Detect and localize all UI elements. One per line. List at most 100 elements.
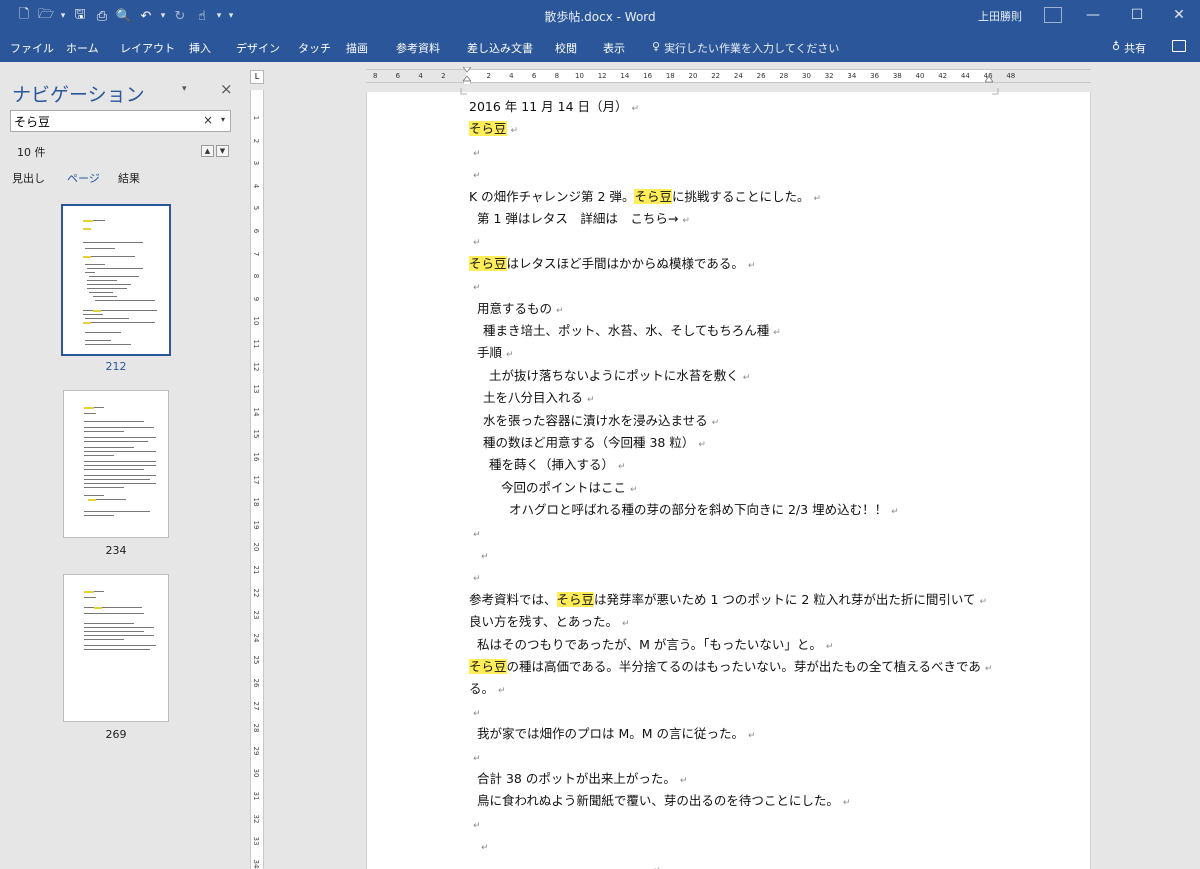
document-line[interactable]: ↵ (469, 232, 481, 250)
document-line[interactable]: K の畑作チャレンジ第 2 弾。そら豆に挑戦することにした。 ↵ (469, 188, 821, 206)
page-number-label[interactable]: 269 (63, 728, 169, 741)
thumbnail-line (84, 495, 104, 496)
paragraph-mark-icon: ↵ (742, 372, 751, 383)
document-line[interactable]: 種を蒔く（挿入する） ↵ (489, 456, 626, 474)
document-line[interactable]: オハグロと呼ばれる種の芽の部分を斜め下向きに 2/3 埋め込む！！ ↵ (509, 501, 899, 519)
thumbnail-line (84, 455, 114, 456)
text-run: の種は高価である。半分捨てるのはもったいない。芽が出たもの全て植えるべきであ (506, 659, 981, 674)
tab-references[interactable]: 参考資料 (396, 40, 440, 56)
tab-insert[interactable]: 挿入 (189, 40, 211, 56)
previous-result-button[interactable]: ▲ (201, 145, 214, 157)
lightbulb-icon: ♀ (652, 40, 661, 53)
tell-me-search[interactable]: ♀ 実行したい作業を入力してください (652, 40, 839, 56)
chevron-down-icon[interactable]: ▾ (221, 115, 225, 124)
document-line[interactable]: ↵ (469, 143, 481, 161)
document-line[interactable]: 第 1 弾はレタス 詳細は こちら→ ↵ (477, 210, 690, 228)
document-line[interactable]: 参考資料では、そら豆は発芽率が悪いため 1 つのポットに 2 粒入れ芽が出た折に… (469, 591, 987, 609)
document-line[interactable]: 2016 年 11 月 14 日（月） ↵ (469, 98, 639, 116)
document-line[interactable]: ↵ (477, 546, 489, 564)
search-highlight: そら豆 (469, 659, 507, 674)
document-line[interactable]: る。 ↵ (469, 680, 506, 698)
ruler-number: 16 (643, 72, 653, 80)
maximize-button[interactable]: ☐ (1120, 3, 1154, 27)
tab-home[interactable]: ホーム (66, 40, 99, 56)
text-run: は発芽率が悪いため 1 つのポットに 2 粒入れ芽が出た折に間引いて (594, 591, 976, 607)
page-thumbnail[interactable] (63, 390, 169, 538)
document-line[interactable]: ↵ (649, 860, 661, 869)
tab-file[interactable]: ファイル (10, 40, 54, 56)
document-line[interactable]: 手順 ↵ (477, 344, 514, 362)
document-page[interactable]: 2016 年 11 月 14 日（月） ↵ そら豆 ↵ ↵ ↵ K の畑作チャレンジ第 2 … (366, 88, 1091, 869)
paragraph-mark-icon: ↵ (473, 574, 481, 585)
document-line[interactable]: ↵ (469, 748, 481, 766)
search-input[interactable] (14, 113, 194, 129)
tab-touch[interactable]: タッチ (298, 40, 331, 56)
tab-selector[interactable]: L (250, 70, 264, 84)
text-run: 今回のポイントはここ (501, 479, 627, 495)
paragraph-mark-icon: ↵ (473, 529, 481, 540)
document-line[interactable]: 鳥に食われぬよう新聞紙で覆い、芽の出るのを待つことにした。 ↵ (477, 792, 850, 810)
document-line[interactable]: 合計 38 のポットが出来上がった。 ↵ (477, 770, 687, 788)
document-line[interactable]: 良い方を残す、とあった。 ↵ (469, 613, 630, 631)
document-line[interactable]: 種の数ほど用意する（今回種 38 粒） ↵ (483, 434, 706, 452)
document-line[interactable]: 土を八分目入れる ↵ (483, 389, 595, 407)
document-line[interactable]: ↵ (469, 703, 481, 721)
thumbnail-line (84, 597, 96, 598)
tab-layout[interactable]: レイアウト (120, 40, 175, 56)
tab-headings[interactable]: 見出し (12, 170, 45, 186)
pane-options-icon[interactable]: ▾ (182, 84, 187, 94)
paragraph-mark-icon: ↵ (747, 260, 756, 271)
clear-search-icon[interactable]: × (203, 113, 213, 127)
tab-review[interactable]: 校閲 (555, 40, 577, 56)
thumbnail-highlight (83, 228, 91, 230)
document-line[interactable]: 水を張った容器に漬け水を浸み込ませる ↵ (483, 412, 719, 430)
horizontal-ruler[interactable]: 8 6 4 2 2 4 6 8 10 12 14 16 18 20 22 24 26 28 30 32 34 36 38 40… (268, 62, 1200, 87)
tab-mailings[interactable]: 差し込み文書 (467, 40, 533, 56)
document-line[interactable]: ↵ (469, 568, 481, 586)
ruler-number: 20 (688, 72, 698, 80)
paragraph-mark-icon: ↵ (813, 193, 822, 204)
ribbon-display-options-icon[interactable] (1044, 7, 1062, 23)
share-label: 共有 (1124, 42, 1147, 55)
text-run: 合計 38 のポットが出来上がった。 (477, 771, 676, 786)
document-line[interactable]: 我が家では畑作のプロは M。M の言に従った。 ↵ (477, 725, 756, 743)
document-line[interactable]: ↵ (469, 524, 481, 542)
tab-design[interactable]: デザイン (236, 40, 280, 56)
thumbnail-line (84, 511, 150, 512)
page-thumbnail[interactable] (63, 574, 169, 722)
close-icon[interactable]: × (220, 80, 233, 98)
share-button[interactable]: ♁ 共有 (1112, 40, 1146, 56)
tab-results[interactable]: 結果 (118, 170, 140, 186)
document-line[interactable]: ↵ (477, 837, 489, 855)
thumbnail-line (96, 499, 126, 500)
page-number-label[interactable]: 234 (63, 544, 169, 557)
document-line[interactable]: ↵ (469, 165, 481, 183)
next-result-button[interactable]: ▼ (216, 145, 229, 157)
minimize-button[interactable]: — (1076, 3, 1110, 27)
vertical-ruler[interactable]: L 1 2 3 4 5 6 7 8 9 10 11 12 13 14 15 16 17 18 19 20 21 22 23 2… (246, 62, 268, 869)
document-line[interactable]: 私はそのつもりであったが、M が言う。「もったいない」と。 ↵ (477, 636, 833, 654)
paragraph-mark-icon: ↵ (631, 104, 640, 114)
document-line[interactable]: ↵ (469, 277, 481, 295)
document-line[interactable]: 用意するもの ↵ (477, 300, 564, 318)
page-thumbnail[interactable] (61, 204, 171, 356)
thumbnail-line (102, 607, 142, 608)
document-line[interactable]: 土が抜け落ちないようにポットに水苔を敷く ↵ (489, 367, 750, 385)
thumbnail-line (89, 276, 139, 277)
paragraph-mark-icon: ↵ (506, 350, 514, 361)
document-line[interactable]: 種まき培土、ポット、水苔、水、そしてもちろん種 ↵ (483, 322, 781, 340)
tab-draw[interactable]: 描画 (346, 40, 368, 56)
document-line[interactable]: ↵ (469, 815, 481, 833)
comments-icon[interactable] (1172, 40, 1186, 52)
document-line[interactable]: そら豆はレタスほど手間はかからぬ模様である。 ↵ (469, 255, 755, 273)
tab-pages[interactable]: ページ (67, 170, 100, 186)
thumbnail-line (83, 314, 103, 315)
document-line[interactable]: そら豆の種は高価である。半分捨てるのはもったいない。芽が出たもの全て植えるべきで… (469, 658, 992, 676)
document-line[interactable]: そら豆 ↵ (469, 120, 518, 138)
tab-view[interactable]: 表示 (603, 40, 625, 56)
ruler-number: 8 (252, 273, 260, 279)
page-number-label[interactable]: 212 (63, 360, 169, 373)
document-line[interactable]: 今回のポイントはここ ↵ (501, 479, 638, 497)
user-name[interactable]: 上田勝則 (978, 8, 1022, 24)
close-button[interactable]: ✕ (1162, 3, 1196, 27)
